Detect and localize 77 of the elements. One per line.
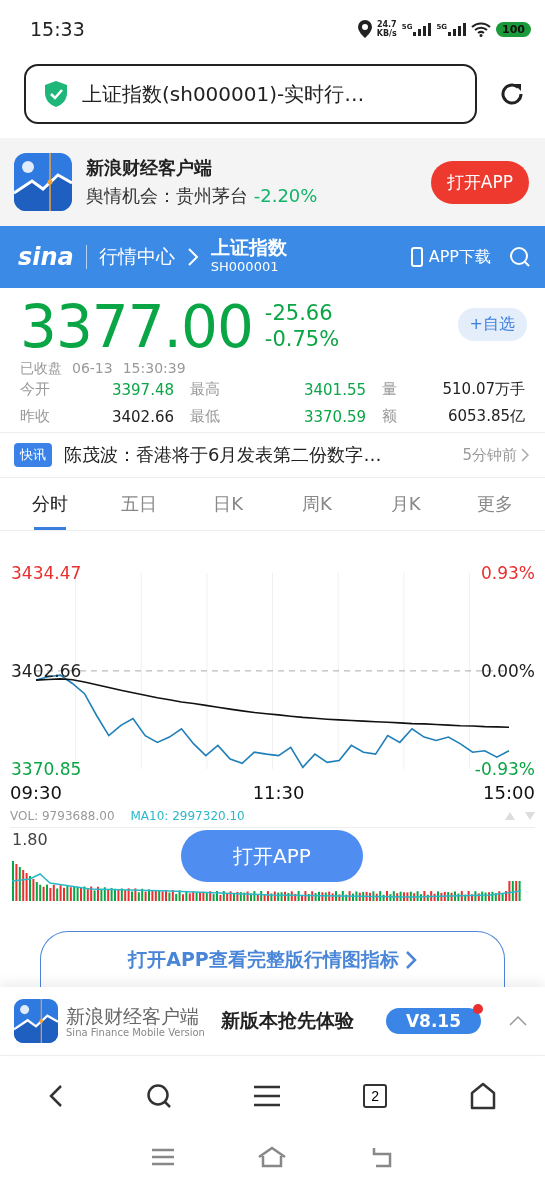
chevron-right-icon [404,949,417,970]
shield-check-icon [44,81,68,107]
network-speed: 24.7 [376,20,397,29]
stat-value: 510.07万手 [441,380,526,399]
moving-average-label: MA10: 2997320.10 [130,809,245,823]
news-time: 5分钟前 [462,445,517,465]
address-bar[interactable]: 上证指数(sh000001)-实时行… [24,64,477,124]
open-app-button[interactable]: 打开APP [181,830,363,882]
price-change: -25.66 [264,300,334,326]
wifi-icon [471,21,492,37]
news-headline[interactable]: 陈茂波：香港将于6月发表第二份数字… [64,443,451,467]
percent-label: 0.00% [481,661,535,681]
battery-indicator: 100 [496,21,531,37]
stat-label: 最低 [190,407,221,426]
app-name: 新浪财经客户端 [86,156,213,180]
quote-date: 06-13 [72,360,113,378]
section-link[interactable]: 行情中心 [98,244,175,270]
stat-label: 昨收 [20,407,51,426]
chart-tab[interactable]: 周K [272,478,362,530]
signal-icon [448,22,467,36]
time-label: 09:30 [10,782,62,803]
tabs-button[interactable]: 2 [363,1084,388,1108]
site-logo[interactable]: sina [18,245,87,269]
stat-value: 3397.48 [110,380,175,399]
promo-slogan: 新版本抢先体验 [220,1008,354,1033]
open-app-button[interactable]: 打开APP [430,160,529,204]
percent-change: -0.75% [264,326,340,352]
stat-label: 量 [382,380,398,399]
add-watchlist-button[interactable]: +自选 [457,308,527,341]
stat-value: 3401.55 [302,380,367,399]
app-subtitle: Sina Finance Mobile Version [66,1026,205,1038]
stock-code: SH000001 [210,258,280,276]
app-icon[interactable] [14,153,72,211]
stat-value: 6053.85亿 [446,407,526,426]
app-name: 新浪财经客户端 [66,1004,200,1027]
stat-label: 最高 [190,380,221,399]
promo-text: 舆情机会：贵州茅台 -2.20% [86,184,319,208]
app-download-link[interactable]: APP下载 [404,245,497,269]
back-icon[interactable] [49,1084,64,1108]
chart-tab[interactable]: 月K [361,478,451,530]
app-icon[interactable] [14,999,58,1043]
reload-icon[interactable] [499,81,525,107]
location-icon [357,20,372,38]
current-price: 3377.00 [20,294,253,360]
page-title: 上证指数(sh000001)-实时行… [82,80,365,108]
stat-label: 今开 [20,380,51,399]
home-icon[interactable] [469,1082,496,1110]
phone-icon [410,247,423,267]
chevron-right-icon [521,448,529,462]
chart-tab[interactable]: 更多 [450,478,539,530]
clock-time: 15:33 [30,18,85,40]
collapse-icon[interactable] [509,1016,527,1026]
stat-value: 3370.59 [302,407,367,426]
axis-label: 3402.66 [11,661,82,681]
menu-icon[interactable] [254,1085,281,1107]
axis-label: 3370.85 [11,759,82,779]
chevron-right-icon [186,247,199,267]
time-label: 15:00 [483,782,535,803]
news-badge: 快讯 [14,443,52,467]
stat-value: 3402.66 [110,407,175,426]
stock-name: 上证指数 [210,237,287,257]
chart-tab[interactable]: 日K [183,478,273,530]
chart-tab[interactable]: 五日 [94,478,184,530]
volume-label: VOL: 9793688.00 [10,809,115,823]
market-status: 已收盘 [20,360,62,378]
stat-label: 额 [382,407,398,426]
volume-scale-label: 1.80 [12,830,48,849]
quote-time: 15:30:39 [122,360,186,378]
percent-label: -0.93% [474,759,535,779]
search-icon[interactable] [145,1083,172,1109]
percent-label: 0.93% [481,563,535,583]
full-chart-button[interactable]: 打开APP查看完整版行情图指标 [40,931,505,987]
speed-unit: KB/s [376,29,397,38]
chart-tab[interactable]: 分时 [6,478,95,530]
signal-icon [413,22,432,36]
axis-label: 3434.47 [11,563,82,583]
time-label: 11:30 [252,782,305,803]
